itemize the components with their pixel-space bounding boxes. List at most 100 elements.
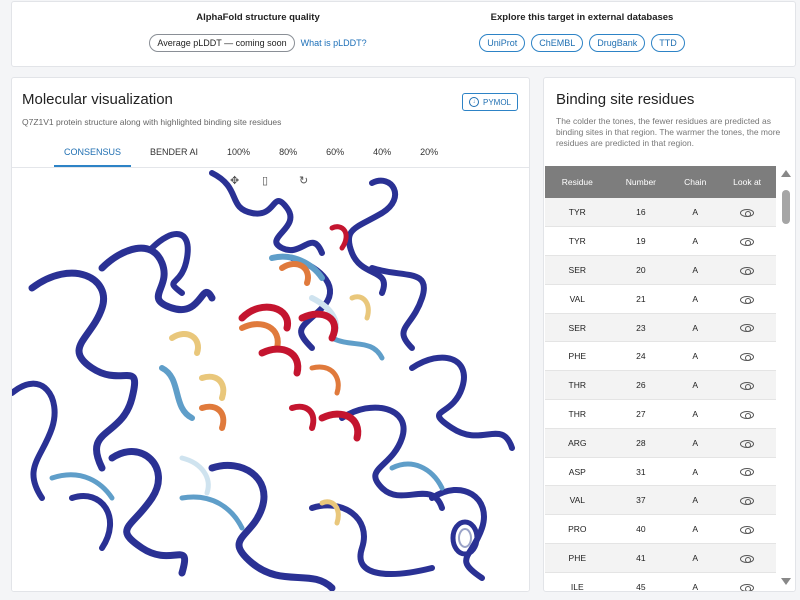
eye-icon[interactable] xyxy=(740,583,755,591)
cell-residue: ASP xyxy=(545,457,610,487)
cell-chain: A xyxy=(672,284,719,314)
table-row[interactable]: SER 20 A xyxy=(545,255,776,285)
cell-number: 24 xyxy=(609,341,673,372)
cell-look-at xyxy=(718,284,776,314)
col-residue[interactable]: Residue xyxy=(545,166,610,198)
cell-look-at xyxy=(718,226,776,257)
cell-chain: A xyxy=(672,485,719,516)
cell-look-at xyxy=(718,457,776,487)
cell-chain: A xyxy=(672,198,719,228)
cell-chain: A xyxy=(672,255,719,285)
binding-title: Binding site residues xyxy=(556,91,695,108)
eye-icon[interactable] xyxy=(740,208,755,217)
cell-look-at xyxy=(718,514,776,545)
table-row[interactable]: ARG 28 A xyxy=(545,428,776,458)
ttd-button[interactable]: TTD xyxy=(651,34,685,52)
eye-icon[interactable] xyxy=(740,468,755,477)
mouse-icon[interactable]: ▯ xyxy=(262,174,268,187)
cell-look-at xyxy=(718,198,776,228)
eye-icon[interactable] xyxy=(740,324,755,333)
cell-residue: THR xyxy=(545,399,610,429)
cell-look-at xyxy=(718,255,776,285)
residues-table: Residue Number Chain Look at TYR 16 A TYR 19… xyxy=(545,166,776,591)
eye-icon[interactable] xyxy=(740,353,755,362)
plddt-help-link[interactable]: What is pLDDT? xyxy=(301,38,367,48)
cell-number: 31 xyxy=(609,457,673,487)
cell-chain: A xyxy=(672,543,719,573)
table-row[interactable]: PHE 24 A xyxy=(545,341,776,372)
visualization-tabs: CONSENSUS BENDER AI 100% 80% 60% 40% 20% xyxy=(54,140,457,167)
plddt-pill: Average pLDDT — coming soon xyxy=(149,34,295,52)
cell-residue: PRO xyxy=(545,514,610,545)
table-row[interactable]: TYR 19 A xyxy=(545,226,776,257)
pymol-label: PYMOL xyxy=(482,97,511,107)
tab-consensus[interactable]: CONSENSUS xyxy=(54,140,132,167)
eye-icon[interactable] xyxy=(740,295,755,304)
col-chain[interactable]: Chain xyxy=(672,166,719,198)
pymol-button[interactable]: ↓ PYMOL xyxy=(462,93,518,111)
eye-icon[interactable] xyxy=(740,439,755,448)
eye-icon[interactable] xyxy=(740,266,755,275)
cell-residue: SER xyxy=(545,313,610,343)
scroll-down-arrow[interactable] xyxy=(781,578,791,585)
tab-40[interactable]: 40% xyxy=(363,140,401,167)
cell-number: 41 xyxy=(609,543,673,573)
table-row[interactable]: ASP 31 A xyxy=(545,457,776,487)
cell-look-at xyxy=(718,313,776,343)
cell-chain: A xyxy=(672,370,719,401)
tab-bender-ai[interactable]: BENDER AI xyxy=(140,140,208,167)
col-number[interactable]: Number xyxy=(609,166,673,198)
cell-residue: TYR xyxy=(545,226,610,257)
cell-number: 27 xyxy=(609,399,673,429)
protein-3d-viewer[interactable]: ✥ ▯ ↻ xyxy=(12,168,529,591)
tab-80[interactable]: 80% xyxy=(269,140,307,167)
molecular-subtitle: Q7Z1V1 protein structure along with high… xyxy=(22,117,282,127)
eye-icon[interactable] xyxy=(740,554,755,563)
residues-table-container[interactable]: Residue Number Chain Look at TYR 16 A TYR 19… xyxy=(545,166,776,591)
table-row[interactable]: THR 26 A xyxy=(545,370,776,401)
alphafold-title: AlphaFold structure quality xyxy=(196,12,320,23)
cell-residue: ARG xyxy=(545,428,610,458)
cell-look-at xyxy=(718,399,776,429)
cell-chain: A xyxy=(672,226,719,257)
binding-description: The colder the tones, the fewer residues… xyxy=(556,116,781,148)
tab-100[interactable]: 100% xyxy=(217,140,260,167)
cell-look-at xyxy=(718,543,776,573)
drugbank-button[interactable]: DrugBank xyxy=(589,34,646,52)
cell-look-at xyxy=(718,485,776,516)
table-row[interactable]: PHE 41 A xyxy=(545,543,776,573)
move-icon[interactable]: ✥ xyxy=(230,174,239,187)
scroll-up-arrow[interactable] xyxy=(781,170,791,177)
table-row[interactable]: SER 23 A xyxy=(545,313,776,343)
download-icon: ↓ xyxy=(468,97,479,107)
table-row[interactable]: PRO 40 A xyxy=(545,514,776,545)
protein-ribbon-render xyxy=(12,170,515,591)
top-info-card: AlphaFold structure quality Average pLDD… xyxy=(11,1,796,67)
tab-20[interactable]: 20% xyxy=(410,140,448,167)
eye-icon[interactable] xyxy=(740,525,755,534)
table-row[interactable]: VAL 21 A xyxy=(545,284,776,314)
chembl-button[interactable]: ChEMBL xyxy=(531,34,584,52)
table-row[interactable]: ILE 45 A xyxy=(545,572,776,591)
cell-chain: A xyxy=(672,457,719,487)
cell-chain: A xyxy=(672,399,719,429)
scroll-thumb[interactable] xyxy=(782,190,790,224)
uniprot-button[interactable]: UniProt xyxy=(479,34,526,52)
table-header-row: Residue Number Chain Look at xyxy=(545,166,776,198)
table-scrollbar[interactable] xyxy=(778,166,794,591)
table-row[interactable]: VAL 37 A xyxy=(545,485,776,516)
eye-icon[interactable] xyxy=(740,381,755,390)
cell-look-at xyxy=(718,428,776,458)
cell-number: 16 xyxy=(609,198,673,228)
table-row[interactable]: THR 27 A xyxy=(545,399,776,429)
table-row[interactable]: TYR 16 A xyxy=(545,198,776,228)
eye-icon[interactable] xyxy=(740,237,755,246)
cell-residue: PHE xyxy=(545,341,610,372)
binding-site-card: Binding site residues The colder the ton… xyxy=(543,77,796,592)
eye-icon[interactable] xyxy=(740,410,755,419)
reset-icon[interactable]: ↻ xyxy=(299,174,308,187)
cell-chain: A xyxy=(672,313,719,343)
eye-icon[interactable] xyxy=(740,497,755,506)
cell-chain: A xyxy=(672,572,719,591)
tab-60[interactable]: 60% xyxy=(316,140,354,167)
